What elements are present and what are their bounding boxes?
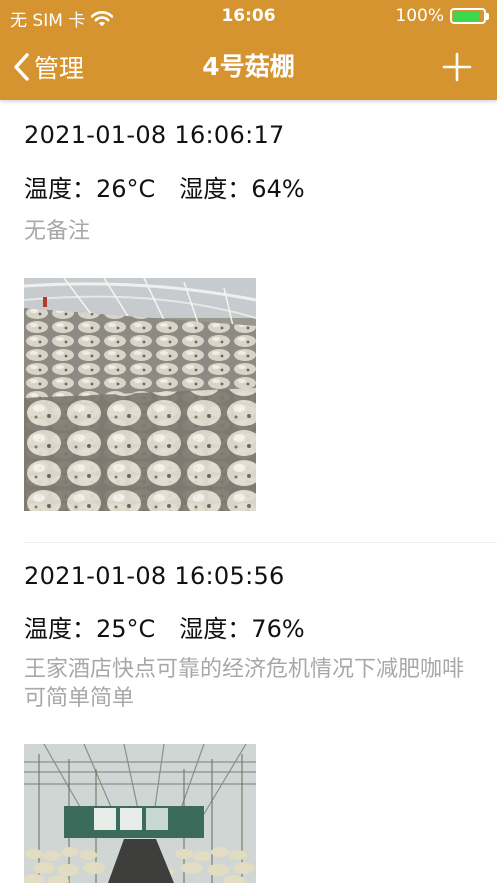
greenhouse-photo-1 xyxy=(24,278,256,511)
status-right: 100% xyxy=(395,6,489,26)
battery-percent: 100% xyxy=(395,6,444,26)
record-photo[interactable] xyxy=(24,744,256,883)
plus-icon[interactable] xyxy=(439,49,475,85)
record-note: 无备注 xyxy=(24,219,91,244)
status-bar: 无 SIM 卡 16:06 100% xyxy=(0,0,497,34)
battery-cap xyxy=(486,12,489,20)
nav-bar: 管理 4号菇棚 xyxy=(0,34,497,100)
battery-fill xyxy=(453,11,479,21)
back-button-label: 管理 xyxy=(34,54,85,83)
record-photo[interactable] xyxy=(24,278,256,511)
record-datetime: 2021-01-08 16:05:56 xyxy=(24,562,285,590)
record-item[interactable]: 2021-01-08 16:06:17 温度：26°C 湿度：64% 无备注 xyxy=(0,100,497,543)
battery-body xyxy=(450,8,486,24)
record-item[interactable]: 2021-01-08 16:05:56 温度：25°C 湿度：76% 王家酒店快… xyxy=(0,543,497,883)
record-datetime: 2021-01-08 16:06:17 xyxy=(24,121,285,149)
record-climate: 温度：26°C 湿度：64% xyxy=(24,175,305,203)
battery-icon xyxy=(450,8,489,24)
chevron-left-icon xyxy=(14,53,29,81)
record-climate: 温度：25°C 湿度：76% xyxy=(24,615,305,643)
back-button[interactable]: 管理 xyxy=(12,34,84,100)
record-note: 王家酒店快点可靠的经济危机情况下减肥咖啡可简单简单 xyxy=(24,657,465,711)
greenhouse-photo-2 xyxy=(24,744,256,883)
